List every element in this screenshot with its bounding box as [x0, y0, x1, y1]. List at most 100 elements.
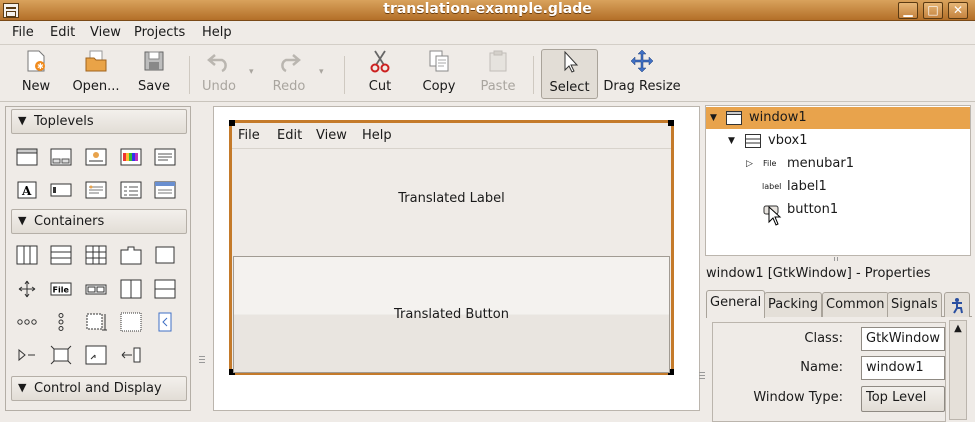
designed-menubar[interactable]: File Edit View Help — [232, 123, 671, 149]
about-dialog-icon[interactable] — [85, 147, 107, 167]
vbutton-box-widget-icon[interactable] — [50, 312, 72, 332]
menu-projects[interactable]: Projects — [134, 25, 185, 40]
window-widget-icon[interactable] — [16, 147, 38, 167]
handle-box-widget-icon[interactable] — [120, 345, 142, 365]
redo-button[interactable]: Redo — [266, 49, 312, 99]
undo-button[interactable]: Undo — [196, 49, 242, 99]
pointer-arrow-icon — [558, 50, 582, 74]
containers-section-header[interactable]: ▼ Containers — [11, 209, 187, 234]
toplevels-section-header[interactable]: ▼ Toplevels — [11, 109, 187, 134]
menu-bar-widget-icon[interactable]: File — [50, 279, 72, 299]
toolbar-widget-icon[interactable] — [85, 279, 107, 299]
maximize-icon: □ — [927, 3, 939, 17]
scrolled-window-icon[interactable] — [120, 312, 142, 332]
vbox-icon — [745, 134, 761, 148]
mouse-pointer-icon — [768, 205, 782, 232]
designed-menu-edit[interactable]: Edit — [277, 128, 302, 143]
new-button[interactable]: ✱ New — [12, 49, 60, 99]
tab-common[interactable]: Common — [822, 292, 889, 317]
menu-edit[interactable]: Edit — [50, 25, 75, 40]
hpaned-widget-icon[interactable] — [120, 279, 142, 299]
copy-icon — [427, 49, 451, 73]
button-box-widget-icon[interactable] — [16, 312, 38, 332]
notebook-widget-icon[interactable] — [120, 245, 142, 265]
layout-widget-icon[interactable] — [85, 312, 107, 332]
chevron-down-icon: ▼ — [18, 114, 27, 127]
chevron-down-icon: ▼ — [18, 381, 27, 394]
vbox-widget-icon[interactable] — [50, 245, 72, 265]
maximize-button[interactable]: □ — [923, 2, 943, 19]
redo-history-dropdown[interactable]: ▾ — [316, 49, 332, 99]
vpaned-widget-icon[interactable] — [154, 279, 176, 299]
tab-accessibility[interactable] — [944, 292, 970, 317]
select-button[interactable]: Select — [541, 49, 598, 99]
paste-clipboard-icon — [486, 49, 510, 73]
expander-open-icon[interactable]: ▼ — [710, 113, 717, 123]
designed-menu-view[interactable]: View — [316, 128, 347, 143]
designed-menu-file[interactable]: File — [238, 128, 260, 143]
open-button[interactable]: Open... — [70, 49, 122, 99]
designed-menu-help[interactable]: Help — [362, 128, 392, 143]
name-field[interactable]: window1 — [861, 356, 945, 380]
cut-button[interactable]: Cut — [356, 49, 404, 99]
save-button[interactable]: Save — [130, 49, 178, 99]
accessibility-icon — [952, 298, 963, 314]
properties-tabs: General Packing Common Signals — [706, 290, 972, 318]
properties-scrollbar[interactable]: ▲ — [949, 320, 967, 420]
drag-resize-button[interactable]: Drag Resize — [603, 49, 681, 99]
designed-button[interactable]: Translated Button — [233, 256, 670, 373]
widget-palette: ▼ Toplevels A ▼ Containers File ▼ Contro… — [5, 106, 191, 411]
class-field[interactable]: GtkWindow — [861, 327, 945, 351]
event-box-widget-icon[interactable] — [85, 345, 107, 365]
tree-row-label1[interactable]: label label1 — [706, 176, 970, 198]
widget-tree: ▼ window1 ▼ vbox1 ▷ File menubar1 label … — [705, 105, 971, 256]
color-selection-icon[interactable] — [120, 147, 142, 167]
font-selection-icon[interactable]: A — [16, 180, 38, 200]
paste-button[interactable]: Paste — [472, 49, 524, 99]
scroll-up-icon[interactable]: ▲ — [952, 323, 964, 339]
tree-row-vbox1[interactable]: ▼ vbox1 — [706, 130, 970, 152]
recent-chooser-icon[interactable] — [120, 180, 142, 200]
menu-view[interactable]: View — [90, 25, 121, 40]
hbox-widget-icon[interactable] — [16, 245, 38, 265]
palette-splitter[interactable] — [193, 106, 211, 411]
input-dialog-icon[interactable] — [50, 180, 72, 200]
alignment-widget-icon[interactable] — [50, 345, 72, 365]
message-dialog-icon[interactable] — [85, 180, 107, 200]
expander-widget-icon[interactable] — [16, 345, 38, 365]
frame-widget-icon[interactable] — [154, 245, 176, 265]
file-chooser-icon[interactable] — [154, 147, 176, 167]
label-icon: label — [762, 182, 782, 191]
tree-splitter[interactable] — [832, 257, 842, 261]
tab-general[interactable]: General — [706, 290, 766, 318]
table-widget-icon[interactable] — [85, 245, 107, 265]
window-type-select[interactable]: Top Level — [861, 386, 945, 412]
file-widget-label: File — [53, 286, 70, 295]
tree-row-button1[interactable]: button1 — [706, 199, 970, 221]
toolbar-separator — [344, 56, 345, 94]
tree-row-window1[interactable]: ▼ window1 — [706, 107, 970, 129]
menu-help[interactable]: Help — [202, 25, 232, 40]
expander-closed-icon[interactable]: ▷ — [746, 159, 753, 169]
svg-text:✱: ✱ — [37, 62, 44, 71]
viewport-widget-icon[interactable] — [154, 312, 176, 332]
fixed-widget-icon[interactable] — [16, 279, 38, 299]
tab-packing[interactable]: Packing — [764, 292, 823, 317]
control-display-section-header[interactable]: ▼ Control and Display — [11, 376, 187, 401]
undo-history-dropdown[interactable]: ▾ — [246, 49, 262, 99]
minimize-button[interactable]: ▁ — [898, 2, 918, 19]
expander-open-icon[interactable]: ▼ — [728, 136, 735, 146]
close-button[interactable]: ✕ — [948, 2, 968, 19]
svg-text:A: A — [21, 184, 32, 198]
tab-signals[interactable]: Signals — [887, 292, 942, 317]
new-document-icon: ✱ — [24, 49, 48, 73]
chevron-down-icon: ▾ — [249, 67, 254, 77]
menu-file[interactable]: File — [12, 25, 34, 40]
assistant-widget-icon[interactable] — [154, 180, 176, 200]
dialog-widget-icon[interactable] — [50, 147, 72, 167]
designed-window[interactable]: File Edit View Help Translated Label Tra… — [229, 120, 674, 375]
tree-row-menubar1[interactable]: ▷ File menubar1 — [706, 153, 970, 175]
class-label: Class: — [804, 331, 843, 346]
designed-label[interactable]: Translated Label — [232, 191, 671, 206]
copy-button[interactable]: Copy — [414, 49, 464, 99]
